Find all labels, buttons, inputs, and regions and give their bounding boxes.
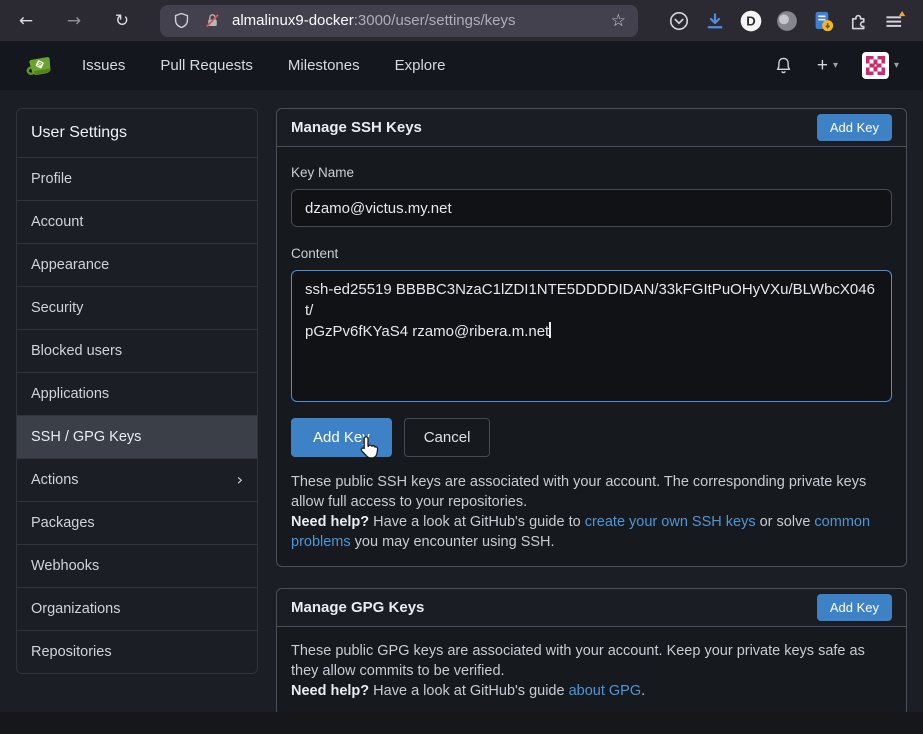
svg-text:D: D	[746, 13, 755, 28]
need-help-label: Need help?	[291, 683, 369, 699]
ssh-help-text: These public SSH keys are associated wit…	[291, 472, 892, 552]
plus-icon: +	[817, 55, 828, 77]
gpg-panel-body: These public GPG keys are associated wit…	[277, 627, 906, 715]
nav-link-milestones[interactable]: Milestones	[288, 57, 360, 74]
url-host: almalinux9-docker	[232, 12, 354, 29]
ssh-panel-title: Manage SSH Keys	[291, 119, 422, 136]
settings-main: Manage SSH Keys Add Key Key Name Content…	[276, 108, 907, 712]
gitea-logo-icon[interactable]	[24, 51, 56, 81]
disabled-extension-icon[interactable]	[776, 10, 798, 32]
download-icon[interactable]	[704, 10, 726, 32]
sidebar-item-profile[interactable]: Profile	[17, 157, 257, 200]
chevron-right-icon: ›	[237, 472, 243, 488]
cancel-button[interactable]: Cancel	[404, 418, 491, 457]
url-path: :3000/user/settings/keys	[354, 12, 516, 29]
pocket-icon[interactable]	[668, 10, 690, 32]
sidebar-item-blocked-users[interactable]: Blocked users	[17, 329, 257, 372]
user-menu-button[interactable]: ▾	[862, 52, 899, 79]
browser-toolbar: ← → ↻ almalinux9-docker:3000/user/settin…	[0, 0, 923, 41]
ssh-key-line2: pGzPv6fKYaS4 rzamo@ribera.m.net	[305, 323, 549, 340]
sidebar-item-security[interactable]: Security	[17, 286, 257, 329]
ssh-panel-body: Key Name Content ssh-ed25519 BBBBC3NzaC1…	[277, 147, 906, 566]
sidebar-item-applications[interactable]: Applications	[17, 372, 257, 415]
gpg-panel-title: Manage GPG Keys	[291, 599, 424, 616]
extensions-puzzle-icon[interactable]	[848, 10, 870, 32]
nav-link-pull-requests[interactable]: Pull Requests	[160, 57, 253, 74]
create-ssh-keys-link[interactable]: create your own SSH keys	[585, 514, 756, 530]
ssh-panel-header: Manage SSH Keys Add Key	[277, 109, 906, 147]
ssh-add-key-toggle-button[interactable]: Add Key	[817, 114, 892, 141]
settings-page: User Settings Profile Account Appearance…	[0, 90, 923, 712]
text-caret	[549, 322, 551, 338]
add-key-submit-button[interactable]: Add Key	[291, 418, 392, 457]
translate-extension-icon[interactable]	[812, 10, 834, 32]
chevron-down-icon: ▾	[833, 60, 838, 71]
sidebar-item-webhooks[interactable]: Webhooks	[17, 544, 257, 587]
bookmark-star-icon[interactable]: ☆	[609, 11, 628, 31]
duckduckgo-extension-icon[interactable]: D	[740, 10, 762, 32]
insecure-lock-icon[interactable]	[201, 10, 223, 32]
sidebar-item-account[interactable]: Account	[17, 200, 257, 243]
sidebar-item-ssh-gpg-keys[interactable]: SSH / GPG Keys	[17, 415, 257, 458]
key-name-input[interactable]	[291, 189, 892, 227]
shield-icon[interactable]	[170, 10, 192, 32]
avatar	[862, 52, 889, 79]
gpg-help-text: These public GPG keys are associated wit…	[291, 641, 892, 701]
menu-hamburger-icon[interactable]	[884, 10, 906, 32]
nav-link-explore[interactable]: Explore	[395, 57, 446, 74]
content-textarea[interactable]: ssh-ed25519 BBBBC3NzaC1lZDI1NTE5DDDDIDAN…	[291, 270, 892, 402]
notifications-button[interactable]	[774, 56, 793, 75]
manage-ssh-keys-panel: Manage SSH Keys Add Key Key Name Content…	[276, 108, 907, 567]
need-help-label: Need help?	[291, 514, 369, 530]
nav-link-issues[interactable]: Issues	[82, 57, 125, 74]
manage-gpg-keys-panel: Manage GPG Keys Add Key These public GPG…	[276, 588, 907, 716]
url-bar[interactable]: almalinux9-docker:3000/user/settings/key…	[160, 5, 638, 37]
forward-button[interactable]: →	[58, 5, 90, 37]
sidebar-item-appearance[interactable]: Appearance	[17, 243, 257, 286]
sidebar-item-packages[interactable]: Packages	[17, 501, 257, 544]
sidebar-item-repositories[interactable]: Repositories	[17, 630, 257, 673]
key-name-label: Key Name	[291, 165, 892, 180]
content-label: Content	[291, 246, 892, 261]
page-footer	[0, 712, 923, 734]
about-gpg-link[interactable]: about GPG	[569, 683, 642, 699]
ssh-key-line1: ssh-ed25519 BBBBC3NzaC1lZDI1NTE5DDDDIDAN…	[305, 281, 875, 319]
settings-sidebar: User Settings Profile Account Appearance…	[16, 108, 258, 674]
create-new-button[interactable]: + ▾	[817, 55, 838, 77]
toolbar-extension-icons: D	[668, 10, 906, 32]
gpg-panel-header: Manage GPG Keys Add Key	[277, 589, 906, 627]
gpg-add-key-toggle-button[interactable]: Add Key	[817, 594, 892, 621]
bell-icon	[774, 56, 793, 75]
chevron-down-icon: ▾	[894, 60, 899, 71]
sidebar-item-organizations[interactable]: Organizations	[17, 587, 257, 630]
sidebar-item-actions[interactable]: Actions›	[17, 458, 257, 501]
reload-button[interactable]: ↻	[106, 5, 138, 37]
sidebar-title: User Settings	[17, 109, 257, 157]
gitea-navbar: Issues Pull Requests Milestones Explore …	[0, 41, 923, 90]
back-button[interactable]: ←	[10, 5, 42, 37]
url-text: almalinux9-docker:3000/user/settings/key…	[232, 12, 600, 29]
